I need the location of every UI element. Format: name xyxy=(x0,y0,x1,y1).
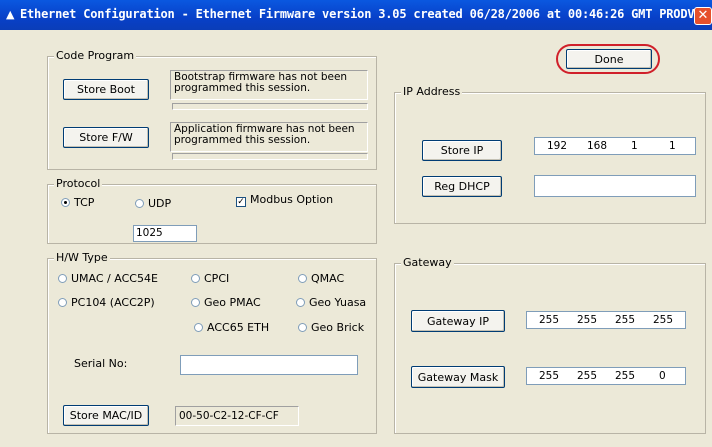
gateway-ip-octet: 255 xyxy=(539,314,560,326)
udp-label: UDP xyxy=(148,197,172,210)
close-button[interactable]: ✕ xyxy=(694,7,712,25)
boot-status-message: Bootstrap firmware has not been programm… xyxy=(170,70,368,100)
gateway-mask-octet: 255 xyxy=(539,370,560,382)
hw-geo-yuasa-radio[interactable]: Geo Yuasa xyxy=(296,296,366,309)
radio-unselected-icon xyxy=(191,298,200,307)
hw-option-label: Geo PMAC xyxy=(204,296,261,309)
gateway-mask-octet: 0 xyxy=(659,370,666,382)
app-icon: ▲ xyxy=(6,8,15,21)
hw-qmac-radio[interactable]: QMAC xyxy=(298,272,344,285)
radio-unselected-icon xyxy=(298,323,307,332)
hw-option-label: CPCI xyxy=(204,272,230,285)
radio-unselected-icon xyxy=(191,274,200,283)
window-title: Ethernet Configuration - Ethernet Firmwa… xyxy=(20,7,709,21)
radio-unselected-icon xyxy=(194,323,203,332)
hw-option-label: QMAC xyxy=(311,272,345,285)
done-button[interactable]: Done xyxy=(566,49,652,69)
radio-unselected-icon xyxy=(135,199,144,208)
fw-progress-bar xyxy=(172,153,368,160)
port-input[interactable]: 1025 xyxy=(133,225,197,242)
hw-option-label: ACC65 ETH xyxy=(207,321,270,334)
code-program-label: Code Program xyxy=(54,49,137,62)
ip-octet: 168 xyxy=(587,140,608,152)
gateway-ip-octet: 255 xyxy=(615,314,636,326)
gateway-mask-octet: 255 xyxy=(577,370,598,382)
gateway-ip-button[interactable]: Gateway IP xyxy=(411,310,505,332)
radio-unselected-icon xyxy=(296,298,305,307)
protocol-tcp-radio[interactable]: TCP xyxy=(61,196,94,209)
gateway-group: Gateway xyxy=(394,256,706,434)
radio-selected-icon xyxy=(61,198,70,207)
hw-umac-radio[interactable]: UMAC / ACC54E xyxy=(58,272,158,285)
hw-geo-brick-radio[interactable]: Geo Brick xyxy=(298,321,364,334)
ip-octet: 1 xyxy=(669,140,676,152)
hw-geo-pmac-radio[interactable]: Geo PMAC xyxy=(191,296,261,309)
protocol-label: Protocol xyxy=(54,177,103,190)
hw-option-label: Geo Yuasa xyxy=(309,296,367,309)
title-bar[interactable]: ▲ Ethernet Configuration - Ethernet Firm… xyxy=(0,0,712,30)
gateway-ip-octet: 255 xyxy=(653,314,674,326)
hw-option-label: Geo Brick xyxy=(311,321,365,334)
ip-address-input[interactable]: 192 168 1 1 xyxy=(534,137,696,155)
boot-progress-bar xyxy=(172,103,368,110)
serial-no-label: Serial No: xyxy=(74,357,128,370)
store-mac-id-button[interactable]: Store MAC/ID xyxy=(63,405,149,426)
hw-pc104-radio[interactable]: PC104 (ACC2P) xyxy=(58,296,155,309)
ip-octet: 192 xyxy=(547,140,568,152)
gateway-label: Gateway xyxy=(401,256,454,269)
ethernet-config-window: ▲ Ethernet Configuration - Ethernet Firm… xyxy=(0,0,712,447)
store-ip-button[interactable]: Store IP xyxy=(422,140,502,161)
gateway-ip-octet: 255 xyxy=(577,314,598,326)
mac-id-value: 00-50-C2-12-CF-CF xyxy=(175,406,299,426)
hw-type-label: H/W Type xyxy=(54,251,110,264)
gateway-mask-octet: 255 xyxy=(615,370,636,382)
hw-option-label: PC104 (ACC2P) xyxy=(71,296,155,309)
gateway-ip-input[interactable]: 255 255 255 255 xyxy=(526,311,686,329)
reg-dhcp-button[interactable]: Reg DHCP xyxy=(422,176,502,197)
hw-acc65-radio[interactable]: ACC65 ETH xyxy=(194,321,269,334)
protocol-udp-radio[interactable]: UDP xyxy=(135,197,171,210)
close-icon: ✕ xyxy=(697,8,709,23)
ip-octet: 1 xyxy=(631,140,638,152)
ip-address-label: IP Address xyxy=(401,85,463,98)
gateway-mask-input[interactable]: 255 255 255 0 xyxy=(526,367,686,385)
store-fw-button[interactable]: Store F/W xyxy=(63,127,149,148)
checkmark-icon: ✓ xyxy=(236,197,246,207)
store-boot-button[interactable]: Store Boot xyxy=(63,79,149,100)
radio-unselected-icon xyxy=(298,274,307,283)
hw-cpci-radio[interactable]: CPCI xyxy=(191,272,229,285)
hw-option-label: UMAC / ACC54E xyxy=(71,272,158,285)
modbus-option-checkbox[interactable]: ✓ Modbus Option xyxy=(236,193,333,207)
gateway-mask-button[interactable]: Gateway Mask xyxy=(411,366,505,388)
dhcp-input[interactable] xyxy=(534,175,696,197)
modbus-label: Modbus Option xyxy=(250,193,334,206)
serial-no-input[interactable] xyxy=(180,355,358,375)
fw-status-message: Application firmware has not been progra… xyxy=(170,122,368,152)
radio-unselected-icon xyxy=(58,298,67,307)
tcp-label: TCP xyxy=(74,196,95,209)
radio-unselected-icon xyxy=(58,274,67,283)
